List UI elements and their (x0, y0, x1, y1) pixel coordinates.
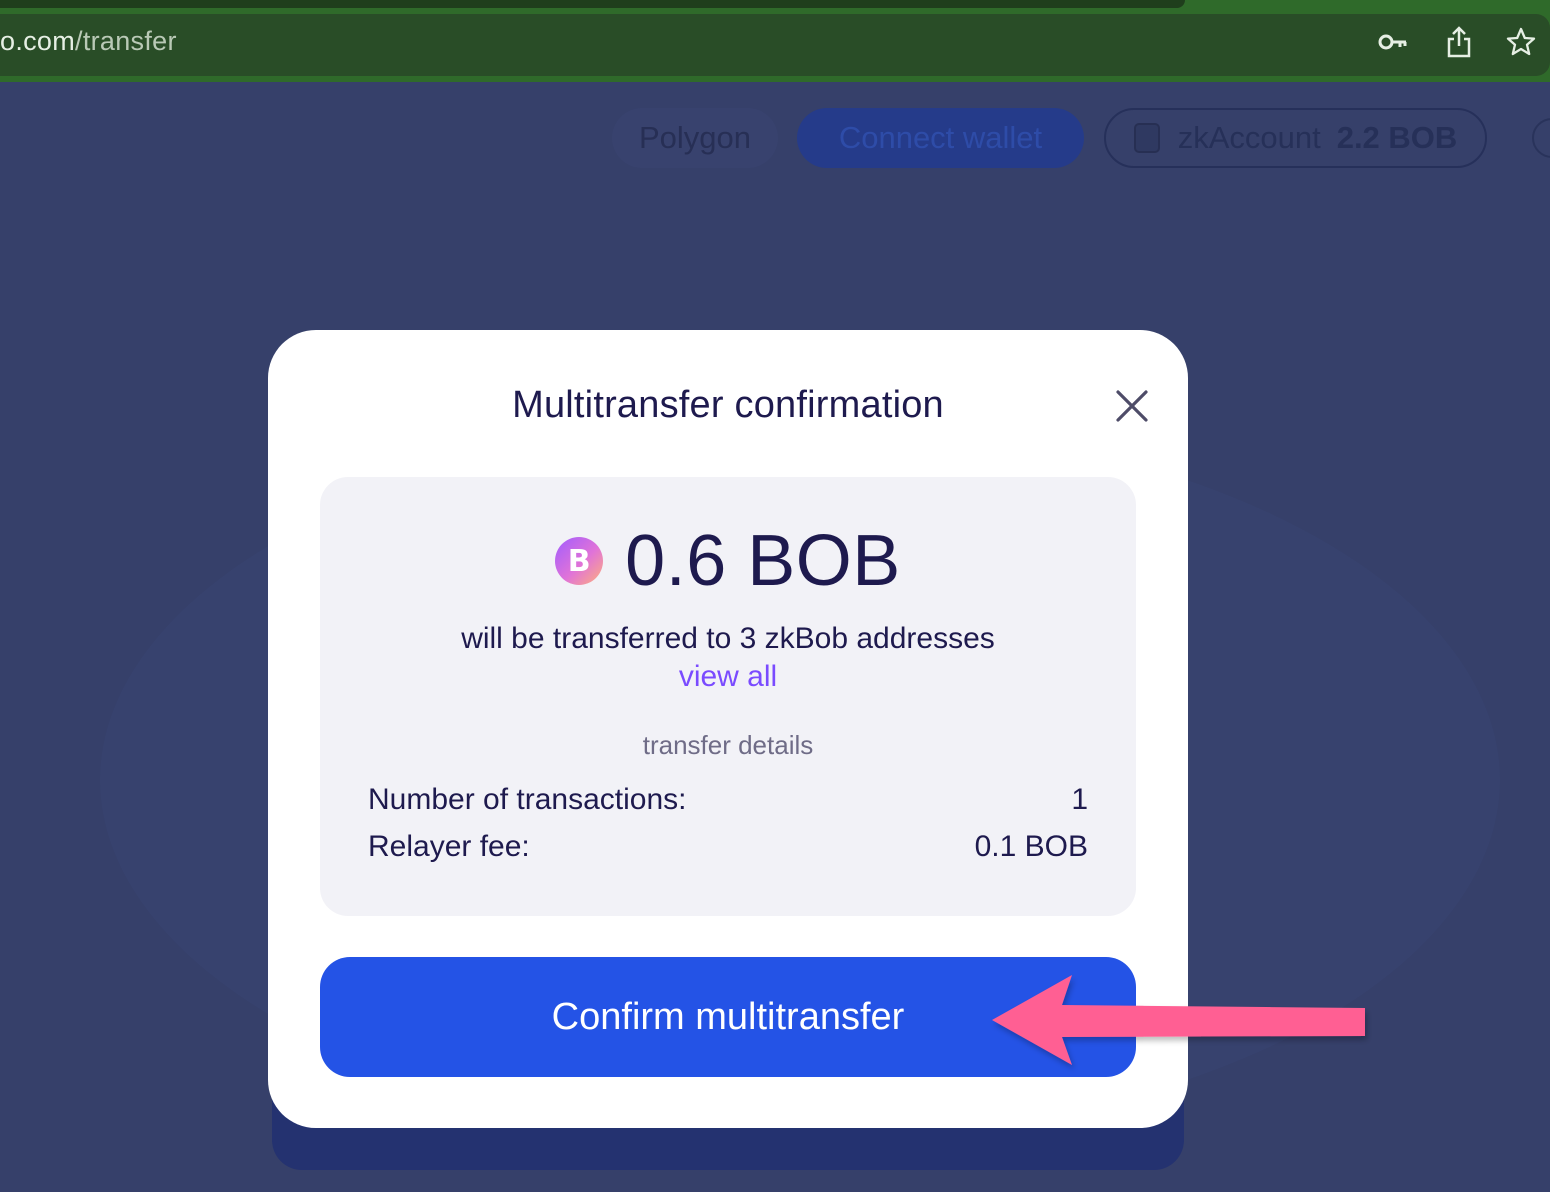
share-icon[interactable] (1444, 26, 1474, 58)
bob-token-icon: B (555, 537, 604, 585)
connect-wallet-button[interactable]: Connect wallet (797, 108, 1084, 168)
detail-label: Number of transactions: (368, 783, 687, 816)
zk-account-button[interactable]: zkAccount 2.2 BOB (1104, 108, 1487, 168)
detail-row-relayer-fee: Relayer fee: 0.1 BOB (368, 830, 1088, 864)
address-bar[interactable] (0, 14, 1550, 76)
url-text[interactable]: o.com/transfer (0, 26, 177, 57)
view-all-link[interactable]: view all (0, 660, 1456, 694)
close-icon[interactable] (1110, 384, 1154, 428)
network-selector[interactable]: Polygon (612, 108, 778, 168)
transfer-amount: 0.6 BOB (625, 521, 901, 601)
transfer-details-label: transfer details (642, 730, 814, 760)
amount-row: B 0.6 BOB (0, 520, 1456, 602)
detail-row-transactions: Number of transactions: 1 (368, 783, 1088, 817)
account-balance: 2.2 BOB (1336, 120, 1458, 155)
account-label: zkAccount (1177, 120, 1321, 155)
browser-toolbar: o.com/transfer (0, 0, 1550, 82)
annotation-arrow-icon (992, 975, 1365, 1065)
star-icon[interactable] (1506, 26, 1536, 58)
account-avatar-icon (1133, 123, 1160, 153)
detail-label: Relayer fee: (368, 830, 530, 863)
browser-tab-strip (0, 0, 1185, 8)
detail-value: 0.1 BOB (974, 830, 1088, 863)
key-icon[interactable] (1378, 26, 1408, 58)
more-menu-icon[interactable] (1532, 118, 1550, 158)
modal-title: Multitransfer confirmation (512, 384, 944, 426)
detail-value: 1 (1071, 783, 1088, 816)
transfer-note: will be transferred to 3 zkBob addresses (461, 622, 995, 655)
